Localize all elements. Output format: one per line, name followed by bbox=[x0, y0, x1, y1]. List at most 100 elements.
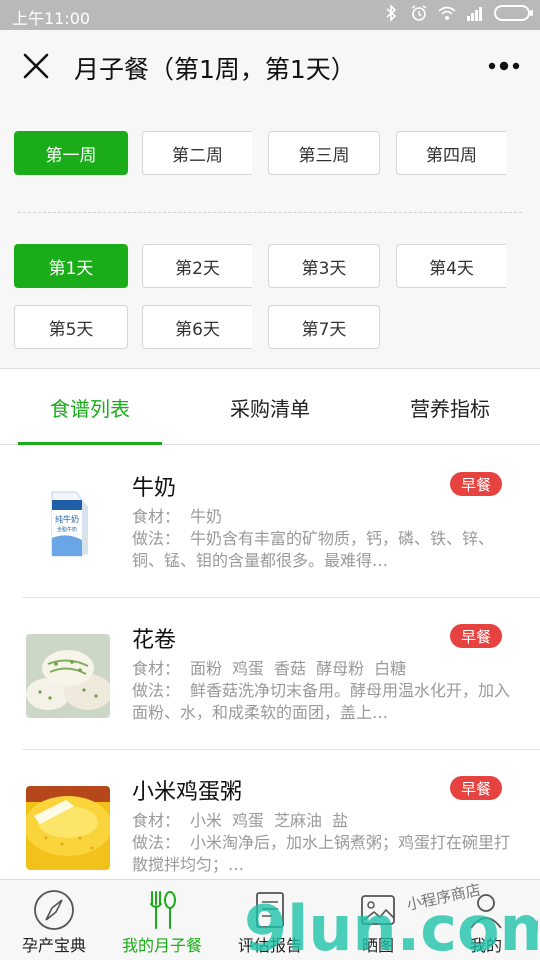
nav-item-share-photo[interactable]: 晒图 bbox=[324, 880, 432, 960]
ingredients-row: 食材： 面粉 鸡蛋 香菇 酵母粉 白糖 bbox=[132, 658, 518, 680]
method-label: 做法： bbox=[132, 529, 181, 548]
report-icon bbox=[256, 892, 284, 928]
carton-sub-text: 全脂牛奶 bbox=[57, 526, 77, 533]
ingredient: 面粉 bbox=[190, 659, 223, 678]
ingredient: 白糖 bbox=[374, 659, 407, 678]
more-icon[interactable] bbox=[486, 54, 522, 78]
method-row: 做法： 牛奶含有丰富的矿物质，钙，磷、铁、锌、铜、锰、钼的含量都很多。最难得… bbox=[132, 528, 518, 572]
nav-label: 晒图 bbox=[361, 936, 394, 955]
recipe-list: 纯牛奶 全脂牛奶 牛奶 早餐 食材： 牛奶 做法： 牛奶含有丰富的矿物质，钙，磷、铁… bbox=[0, 446, 540, 879]
ingredient: 鸡蛋 bbox=[232, 659, 265, 678]
ingredient: 香菇 bbox=[274, 659, 307, 678]
page-title: 月子餐（第1周，第1天） bbox=[74, 55, 356, 84]
method-row: 做法： 小米淘净后，加水上锅煮粥；鸡蛋打在碗里打散搅拌均匀；… bbox=[132, 832, 518, 876]
week-chip-label: 第二周 bbox=[172, 145, 223, 166]
tab-nutrition[interactable]: 营养指标 bbox=[360, 370, 540, 445]
tab-active-indicator bbox=[18, 442, 162, 445]
day-chip-label: 第1天 bbox=[48, 258, 94, 279]
ingredient: 盐 bbox=[332, 811, 349, 830]
tab-shopping-list[interactable]: 采购清单 bbox=[180, 370, 360, 445]
recipe-item[interactable]: 小米鸡蛋粥 早餐 食材： 小米 鸡蛋 芝麻油盐 做法： 小米淘净后，加水上锅煮粥；鸡蛋打… bbox=[0, 750, 540, 879]
meal-badge: 早餐 bbox=[450, 472, 502, 496]
day-chip-4[interactable]: 第4天 bbox=[396, 244, 506, 288]
alarm-icon bbox=[411, 5, 427, 21]
ingredient: 芝麻油 bbox=[274, 811, 323, 830]
ingredients-label: 食材： bbox=[132, 659, 181, 678]
day-chip-label: 第3天 bbox=[301, 258, 347, 279]
close-icon[interactable] bbox=[20, 50, 52, 82]
method-text: 小米淘净后，加水上锅煮粥；鸡蛋打在碗里打散搅拌均匀；… bbox=[132, 833, 511, 874]
recipe-name: 花卷 bbox=[132, 628, 177, 653]
nav-label: 我的 bbox=[469, 936, 502, 955]
week-chip-3[interactable]: 第三周 bbox=[268, 131, 380, 175]
week-chip-label: 第四周 bbox=[426, 145, 477, 166]
ingredients-label: 食材： bbox=[132, 811, 181, 830]
recipe-name: 牛奶 bbox=[132, 476, 177, 501]
status-time: 上午11:00 bbox=[12, 9, 91, 28]
recipe-item[interactable]: 花卷 早餐 食材： 面粉 鸡蛋 香菇 酵母粉 白糖 做法： 鲜香菇洗净切末备用。酵母用温水化… bbox=[0, 598, 540, 750]
day-chip-label: 第7天 bbox=[301, 319, 347, 340]
week-chip-label: 第三周 bbox=[298, 145, 350, 166]
tab-recipe-list[interactable]: 食谱列表 bbox=[0, 370, 180, 445]
tab-label: 食谱列表 bbox=[50, 397, 130, 421]
day-chip-7[interactable]: 第7天 bbox=[268, 305, 380, 349]
dashed-divider bbox=[18, 212, 522, 213]
recipe-name: 小米鸡蛋粥 bbox=[132, 780, 243, 805]
ingredient: 酵母粉 bbox=[316, 659, 365, 678]
content-tabs: 食谱列表 采购清单 营养指标 bbox=[0, 370, 540, 445]
meal-badge: 早餐 bbox=[450, 624, 502, 648]
carton-brand-text: 纯牛奶 bbox=[55, 514, 79, 524]
week-chip-2[interactable]: 第二周 bbox=[142, 131, 252, 175]
battery-icon bbox=[494, 5, 533, 21]
ingredients-row: 食材： 牛奶 bbox=[132, 506, 518, 528]
milk-carton-image: 纯牛奶 全脂牛奶 bbox=[26, 482, 110, 566]
day-chip-label: 第2天 bbox=[175, 258, 220, 279]
day-chip-label: 第4天 bbox=[429, 258, 474, 279]
recipe-description: 食材： 牛奶 做法： 牛奶含有丰富的矿物质，钙，磷、铁、锌、铜、锰、钼的含量都很多。… bbox=[132, 506, 518, 572]
recipe-description: 食材： 面粉 鸡蛋 香菇 酵母粉 白糖 做法： 鲜香菇洗净切末备用。酵母用温水化开，加入面粉… bbox=[132, 658, 518, 724]
method-row: 做法： 鲜香菇洗净切末备用。酵母用温水化开，加入面粉、水，和成柔软的面团，盖上… bbox=[132, 680, 518, 724]
wifi-icon bbox=[438, 6, 456, 20]
nav-item-report[interactable]: 评估报告 bbox=[216, 880, 324, 960]
nav-label: 我的月子餐 bbox=[121, 936, 202, 955]
millet-porridge-image bbox=[26, 786, 110, 870]
ingredient: 小米 bbox=[190, 811, 223, 830]
method-text: 鲜香菇洗净切末备用。酵母用温水化开，加入面粉、水，和成柔软的面团，盖上… bbox=[132, 681, 511, 722]
nav-label: 评估报告 bbox=[237, 936, 302, 955]
status-bar: 上午11:00 bbox=[0, 0, 540, 30]
signal-icon bbox=[467, 7, 482, 21]
nav-item-my-meals[interactable]: 我的月子餐 bbox=[108, 880, 216, 960]
ingredient: 鸡蛋 bbox=[232, 811, 265, 830]
nav-label: 孕产宝典 bbox=[21, 936, 86, 955]
week-day-selector: 第一周 第二周 第三周 第四周 第1天 第2天 第3天 第4天 第5天 第6天 … bbox=[0, 104, 540, 369]
tab-label: 营养指标 bbox=[410, 397, 490, 421]
week-chip-4[interactable]: 第四周 bbox=[396, 131, 506, 175]
method-text: 牛奶含有丰富的矿物质，钙，磷、铁、锌、铜、锰、钼的含量都很多。最难得… bbox=[132, 529, 495, 570]
nav-item-mine[interactable]: 我的 bbox=[432, 880, 540, 960]
method-label: 做法： bbox=[132, 681, 181, 700]
day-chip-label: 第6天 bbox=[175, 319, 220, 340]
compass-icon bbox=[34, 890, 74, 930]
nav-item-handbook[interactable]: 孕产宝典 bbox=[0, 880, 108, 960]
user-icon bbox=[470, 894, 502, 929]
day-chip-1[interactable]: 第1天 bbox=[14, 244, 128, 288]
day-chip-5[interactable]: 第5天 bbox=[14, 305, 128, 349]
title-bar: 月子餐（第1周，第1天） bbox=[0, 30, 540, 104]
bottom-nav: 孕产宝典 我的月子餐 评估报告 晒图 我的 bbox=[0, 879, 540, 960]
recipe-description: 食材： 小米 鸡蛋 芝麻油盐 做法： 小米淘净后，加水上锅煮粥；鸡蛋打在碗里打散搅拌均匀… bbox=[132, 810, 518, 876]
method-label: 做法： bbox=[132, 833, 181, 852]
recipe-item[interactable]: 纯牛奶 全脂牛奶 牛奶 早餐 食材： 牛奶 做法： 牛奶含有丰富的矿物质，钙，磷、铁… bbox=[0, 446, 540, 598]
status-icons bbox=[382, 4, 533, 22]
day-chip-label: 第5天 bbox=[48, 319, 94, 340]
ingredients-label: 食材： bbox=[132, 507, 181, 526]
week-chip-label: 第一周 bbox=[45, 145, 97, 166]
steamed-buns-image bbox=[26, 634, 110, 718]
bluetooth-icon bbox=[386, 4, 397, 22]
day-chip-3[interactable]: 第3天 bbox=[268, 244, 380, 288]
tab-label: 采购清单 bbox=[230, 397, 310, 421]
week-chip-1[interactable]: 第一周 bbox=[14, 131, 128, 175]
ingredient: 牛奶 bbox=[190, 507, 223, 526]
day-chip-6[interactable]: 第6天 bbox=[142, 305, 252, 349]
day-chip-2[interactable]: 第2天 bbox=[142, 244, 252, 288]
utensils-icon bbox=[150, 891, 176, 929]
